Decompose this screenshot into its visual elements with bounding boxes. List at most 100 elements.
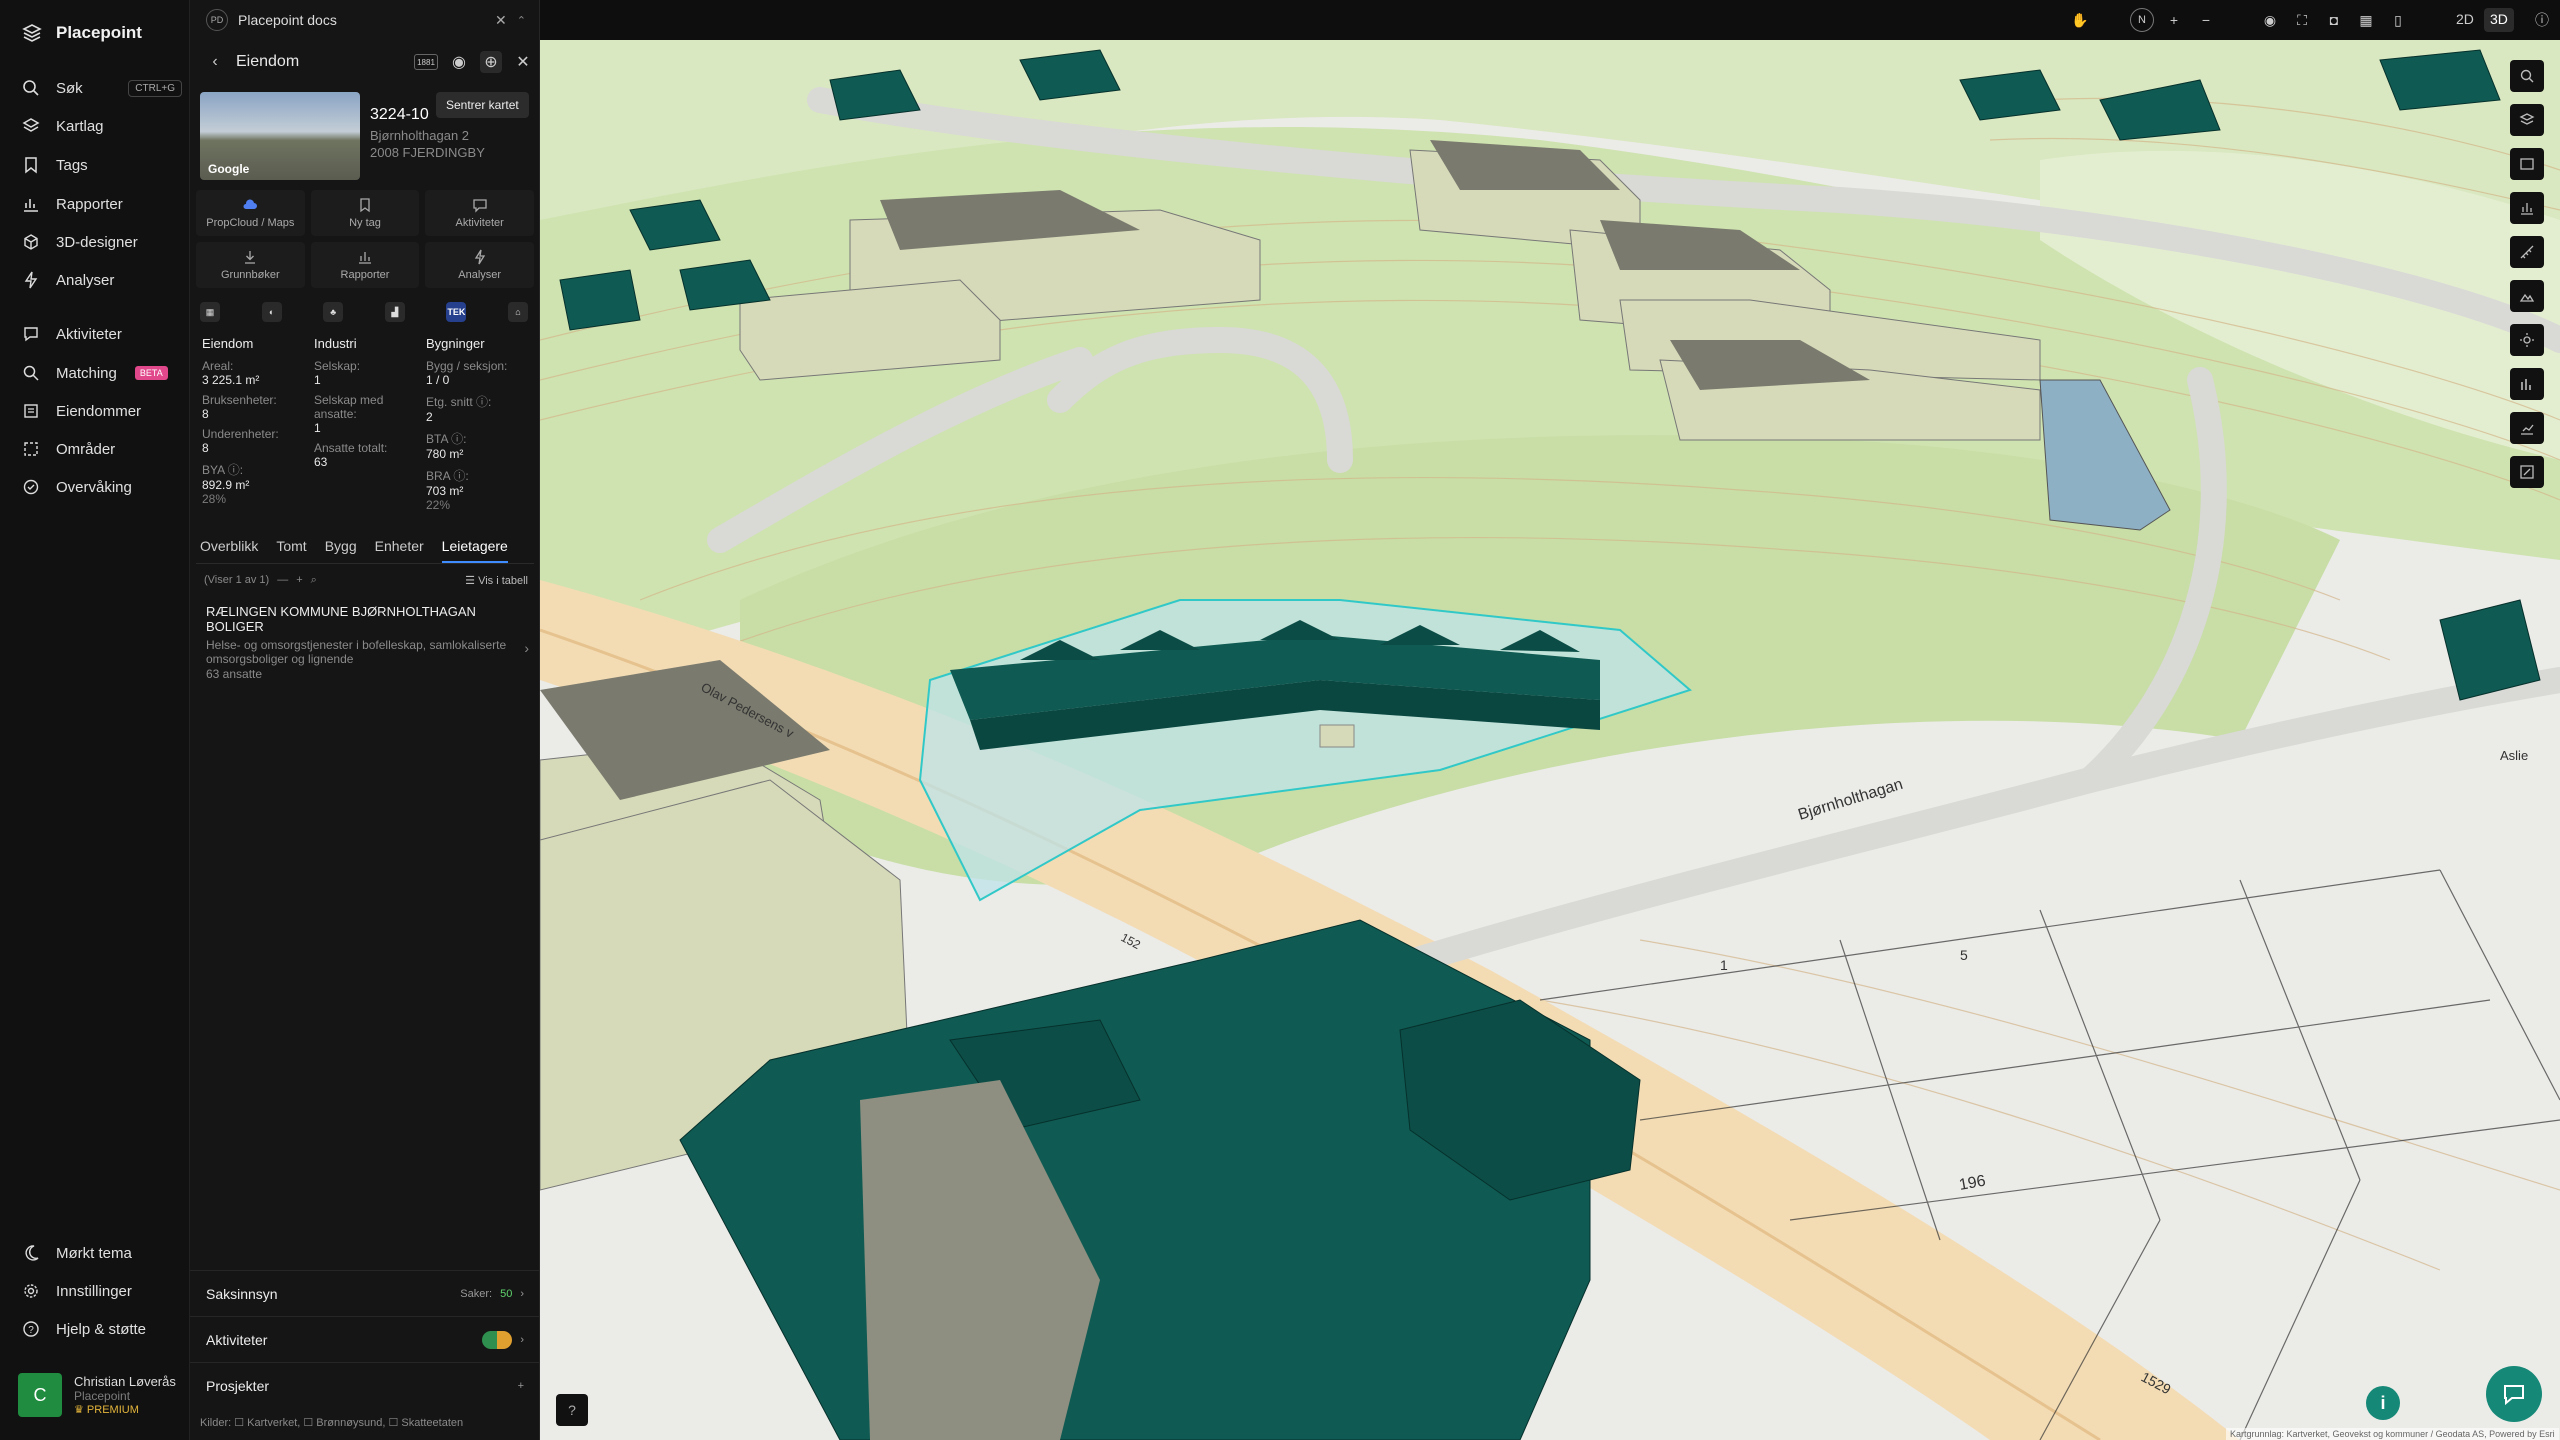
tab-tomt[interactable]: Tomt [276,534,306,563]
nav-item-dark-theme[interactable]: Mørkt tema [22,1237,182,1269]
mode-2d-button[interactable]: 2D [2450,8,2480,32]
map-tool-view[interactable] [2510,148,2544,180]
saksinnsyn-section[interactable]: Saksinnsyn Saker: 50 › [190,1270,540,1316]
map-tool-measure[interactable] [2510,236,2544,268]
prosjekter-section[interactable]: Prosjekter + [190,1362,540,1408]
grunnboker-button[interactable]: Grunnbøker [196,242,305,288]
zoom-out-icon[interactable]: − [2194,8,2218,32]
map-tool-sun[interactable] [2510,324,2544,356]
1881-icon[interactable]: 1881 [414,54,438,70]
activities-button[interactable]: Aktiviteter [425,190,534,236]
layers-icon [22,118,40,132]
industry-icon[interactable]: ♣ [323,302,344,322]
map-tool-profile[interactable] [2510,280,2544,312]
panel-header: ‹ Eiendom 1881 ◉ ⊕ ✕ [204,46,534,78]
bars-icon[interactable]: ▟ [384,302,405,322]
property-address[interactable]: 3224-10 Bjørnholthagan 2 2008 FJERDINGBY [370,106,530,160]
more-icon[interactable]: ⌂ [507,302,528,322]
stat-label: BYA ⓘ: [202,463,244,477]
list-item[interactable]: RÆLINGEN KOMMUNE BJØRNHOLTHAGAN BOLIGER … [206,604,516,681]
map-tool-search[interactable] [2510,60,2544,92]
collapse-icon[interactable]: — [277,574,288,586]
mode-3d-button[interactable]: 3D [2484,8,2514,32]
plot-number-5: 5 [1960,947,1968,963]
nav-item-matching[interactable]: Matching BETA [22,357,182,389]
propcloud-button[interactable]: PropCloud / Maps [196,190,305,236]
tab-enheter[interactable]: Enheter [375,534,424,563]
tab-bygg[interactable]: Bygg [325,534,357,563]
reports-button[interactable]: Rapporter [310,242,420,288]
tab-leietagere[interactable]: Leietagere [441,534,508,563]
analyze-button[interactable]: Analyser [425,242,534,288]
nav-item-tags[interactable]: Tags [22,149,182,181]
center-map-icon[interactable]: ⊕ [480,51,502,73]
hand-icon[interactable]: ✋ [2068,8,2092,32]
info-button[interactable]: i [2366,1386,2400,1420]
map-canvas[interactable]: Bjørnholthagan Olav Pedersens v Aslie 15… [540,40,2560,1440]
nav-item-settings[interactable]: Innstillinger [22,1275,182,1307]
map-tool-edit[interactable] [2510,456,2544,488]
back-icon[interactable]: ‹ [204,51,226,73]
tek-icon[interactable]: TEK [446,302,467,322]
nav-item-aktiviteter[interactable]: Aktiviteter [22,318,182,350]
grid-icon[interactable]: ▦ [200,302,220,322]
aktiviteter-section[interactable]: Aktiviteter › [190,1316,540,1362]
map-tool-layers[interactable] [2510,104,2544,136]
grid-icon[interactable]: ▦ [2354,8,2378,32]
zoom-in-icon[interactable]: + [2162,8,2186,32]
chevron-right-icon: › [520,1287,524,1300]
map-help-button[interactable]: ? [556,1394,588,1426]
info-icon[interactable]: ⓘ [2530,8,2554,32]
nav-item-rapporter[interactable]: Rapporter [22,188,182,220]
nav-item-overvaking[interactable]: Overvåking [22,471,182,503]
nav-item-search[interactable]: Søk CTRL+G [22,72,182,104]
user-profile[interactable]: C Christian Løverås Placepoint ♛ PREMIUM [18,1370,178,1420]
doc-tab[interactable]: PD Placepoint docs ✕ ⌃ [206,8,526,32]
table-view-button[interactable]: ☰ Vis i tabell [465,574,528,587]
shortcut-badge: CTRL+G [128,79,182,97]
map-tool-stats[interactable] [2510,368,2544,400]
property-icon [24,404,38,418]
street-view-thumbnail[interactable]: Google [200,92,360,180]
compass-label: N [2138,14,2146,26]
stat-value: 8 [202,441,209,455]
nav-item-analyser[interactable]: Analyser [22,264,182,296]
chevron-right-icon[interactable]: › [524,640,529,656]
detail-tabs: Overblikk Tomt Bygg Enheter Leietagere [196,534,534,564]
street-address: Bjørnholthagan 2 [370,128,470,143]
search-icon[interactable]: ⌕ [311,574,317,587]
chat-button[interactable] [2486,1366,2542,1422]
tab-overblikk[interactable]: Overblikk [200,534,258,563]
map-view[interactable]: Bjørnholthagan Olav Pedersens v Aslie 15… [540,40,2560,1440]
nav-item-omrader[interactable]: Områder [22,433,182,465]
brand[interactable]: Placepoint [22,20,142,46]
stat-label: BTA ⓘ: [426,432,467,446]
match-search-icon [23,365,39,381]
nav-item-label: Søk [56,79,83,97]
add-icon[interactable]: + [296,574,302,586]
camera-icon[interactable]: ◘ [2322,8,2346,32]
expand-icon[interactable]: ⌃ [517,14,526,27]
close-panel-icon[interactable]: ✕ [512,51,534,73]
eye-icon[interactable]: ◉ [448,51,470,73]
map-tool-analytics[interactable] [2510,412,2544,444]
stat-percent: 22% [426,498,451,512]
bookmark-icon[interactable]: ▯ [2386,8,2410,32]
fullscreen-icon[interactable]: ⛶ [2290,8,2314,32]
plan-label: PREMIUM [86,1404,139,1416]
nav-item-eiendommer[interactable]: Eiendommer [22,395,182,427]
edit-icon [2520,465,2534,479]
chevron-right-icon: › [520,1333,524,1346]
globe-icon[interactable]: ◐ [261,302,282,322]
compass-icon[interactable]: N [2130,8,2154,32]
stat-label: BRA ⓘ: [426,469,469,483]
nav-item-label: Tags [56,156,88,174]
nav-item-help[interactable]: ? Hjelp & støtte [22,1313,182,1345]
close-icon[interactable]: ✕ [495,12,507,29]
add-icon[interactable]: + [518,1380,524,1392]
new-tag-button[interactable]: Ny tag [310,190,420,236]
eye-icon[interactable]: ◉ [2258,8,2282,32]
map-tool-chart[interactable] [2510,192,2544,224]
nav-item-3d-designer[interactable]: 3D-designer [22,226,182,258]
nav-item-kartlag[interactable]: Kartlag [22,110,182,142]
